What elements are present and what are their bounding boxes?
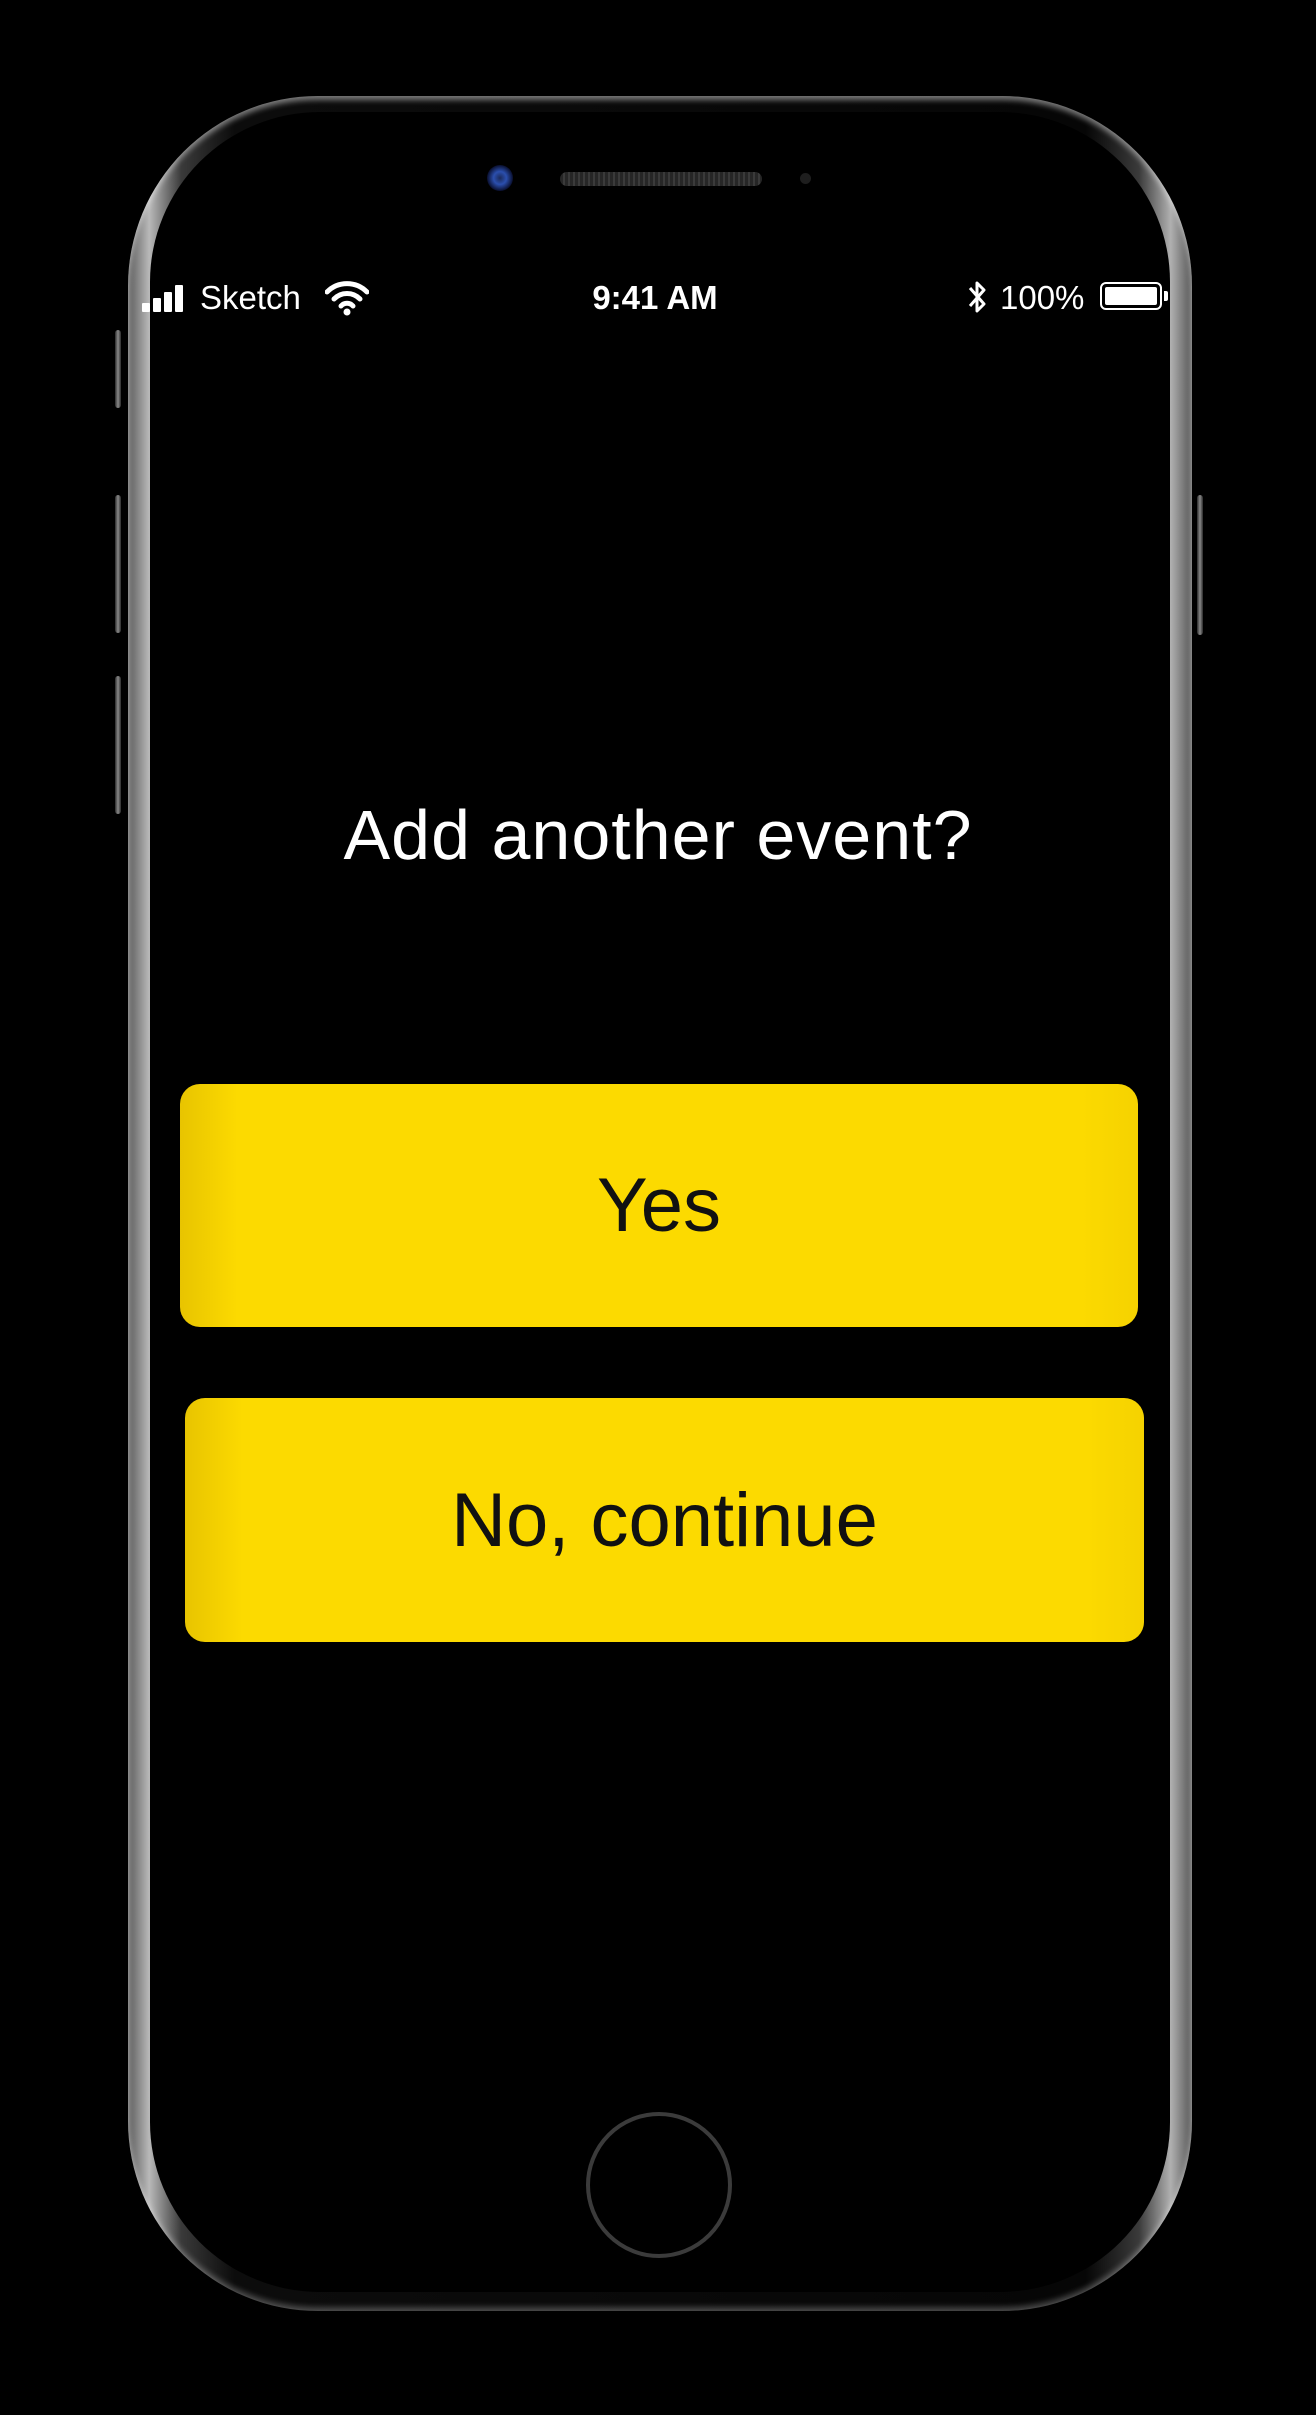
volume-up-button [115, 495, 121, 633]
screenshot-canvas: Sketch 9:41 AM 100% Add another event? Y… [0, 0, 1316, 2415]
earpiece-speaker [560, 172, 762, 186]
status-bar: Sketch 9:41 AM 100% [140, 274, 1170, 324]
yes-button-label: Yes [597, 1163, 721, 1248]
battery-percentage: 100% [1000, 279, 1085, 316]
no-continue-button-label: No, continue [451, 1477, 878, 1563]
no-continue-button[interactable]: No, continue [185, 1398, 1144, 1642]
proximity-sensor [800, 173, 811, 184]
mute-switch [115, 330, 121, 408]
add-event-question: Add another event? [343, 796, 973, 874]
power-button [1197, 495, 1203, 635]
yes-button[interactable]: Yes [180, 1084, 1138, 1327]
battery-level-fill [1105, 287, 1157, 305]
battery-icon [1100, 282, 1162, 310]
home-button[interactable] [586, 2112, 732, 2258]
battery-tip [1164, 291, 1168, 301]
bluetooth-icon [968, 281, 986, 313]
volume-down-button [115, 676, 121, 814]
front-camera [487, 165, 513, 191]
